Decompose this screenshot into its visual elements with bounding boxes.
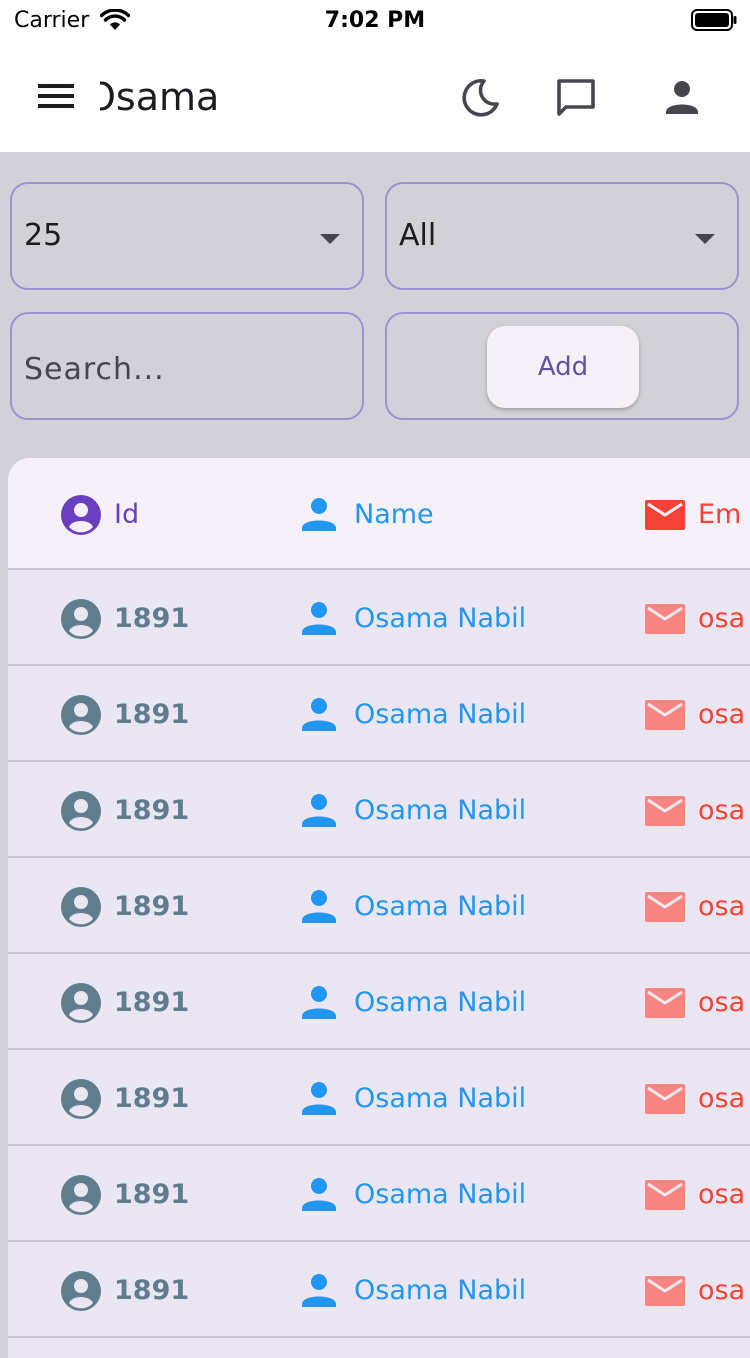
person-icon (302, 498, 336, 531)
mail-icon (645, 988, 685, 1018)
row-id: 1891 (114, 891, 190, 922)
mail-icon (645, 700, 685, 730)
search-input[interactable] (24, 344, 344, 394)
table-row[interactable]: 1891 Osama Nabil osa (8, 954, 750, 1050)
table-row[interactable]: 1891 Osama Nabil osa (8, 666, 750, 762)
category-dropdown[interactable]: All (385, 182, 739, 290)
table-row[interactable]: 1891 Osama Nabil osa (8, 570, 750, 666)
account-circle-icon (61, 695, 101, 735)
table-row[interactable]: 1891 Osama Nabil osa (8, 1050, 750, 1146)
row-name: Osama Nabil (354, 699, 527, 730)
account-icon[interactable] (660, 76, 704, 120)
header-email-label[interactable]: Em (698, 499, 741, 531)
add-button[interactable]: Add (487, 326, 639, 408)
person-icon (302, 890, 336, 923)
table-row[interactable]: 1891 Osama Nabil osa (8, 1146, 750, 1242)
row-id: 1891 (114, 1275, 190, 1306)
app-bar: Osama (0, 44, 750, 152)
row-name: Osama Nabil (354, 1083, 527, 1114)
data-table: Id Name Em 1891 Osama Nabil osa 1891 Osama N… (8, 458, 750, 1358)
mail-icon (645, 892, 685, 922)
menu-icon[interactable] (36, 80, 76, 112)
account-circle-icon (61, 887, 101, 927)
row-email: osa (698, 987, 746, 1018)
account-circle-icon (61, 1079, 101, 1119)
account-circle-icon (61, 791, 101, 831)
row-email: osa (698, 1275, 746, 1306)
mail-icon (645, 604, 685, 634)
header-id-label[interactable]: Id (114, 499, 139, 531)
row-id: 1891 (114, 699, 190, 730)
row-name: Osama Nabil (354, 1275, 527, 1306)
row-id: 1891 (114, 987, 190, 1018)
moon-icon[interactable] (458, 76, 502, 120)
chat-icon[interactable] (554, 76, 598, 120)
mail-icon (645, 1180, 685, 1210)
mail-icon (645, 500, 685, 530)
table-row[interactable]: 1891 Osama Nabil osa (8, 762, 750, 858)
person-icon (302, 602, 336, 635)
table-header: Id Name Em (8, 458, 750, 570)
person-icon (302, 1082, 336, 1115)
chevron-down-icon (695, 234, 715, 244)
app-title-text: Osama (100, 75, 220, 119)
account-circle-icon (61, 1271, 101, 1311)
page-size-dropdown[interactable]: 25 (10, 182, 364, 290)
account-circle-icon (61, 495, 101, 535)
page-size-value: 25 (24, 218, 63, 253)
row-name: Osama Nabil (354, 891, 527, 922)
category-value: All (399, 218, 437, 253)
person-icon (302, 794, 336, 827)
row-email: osa (698, 699, 746, 730)
person-icon (302, 1178, 336, 1211)
row-email: osa (698, 603, 746, 634)
table-row[interactable]: 1891 Osama Nabil osa (8, 858, 750, 954)
row-name: Osama Nabil (354, 987, 527, 1018)
row-name: Osama Nabil (354, 1179, 527, 1210)
app-title: Osama (100, 72, 240, 122)
status-time: 7:02 PM (324, 8, 426, 33)
search-field (10, 312, 364, 420)
person-icon (302, 986, 336, 1019)
header-name-label[interactable]: Name (354, 499, 434, 531)
status-bar: Carrier 7:02 PM (0, 0, 750, 44)
row-email: osa (698, 1179, 746, 1210)
mail-icon (645, 796, 685, 826)
row-id: 1891 (114, 795, 190, 826)
account-circle-icon (61, 599, 101, 639)
row-email: osa (698, 1083, 746, 1114)
row-email: osa (698, 795, 746, 826)
row-name: Osama Nabil (354, 795, 527, 826)
mail-icon (645, 1276, 685, 1306)
account-circle-icon (61, 1175, 101, 1215)
row-id: 1891 (114, 1179, 190, 1210)
row-id: 1891 (114, 603, 190, 634)
table-row[interactable]: 1891 Osama Nabil osa (8, 1242, 750, 1338)
add-container: Add (385, 312, 739, 420)
row-name: Osama Nabil (354, 603, 527, 634)
mail-icon (645, 1084, 685, 1114)
chevron-down-icon (320, 234, 340, 244)
row-id: 1891 (114, 1083, 190, 1114)
account-circle-icon (61, 983, 101, 1023)
person-icon (302, 1274, 336, 1307)
battery-icon (691, 9, 737, 31)
person-icon (302, 698, 336, 731)
row-email: osa (698, 891, 746, 922)
